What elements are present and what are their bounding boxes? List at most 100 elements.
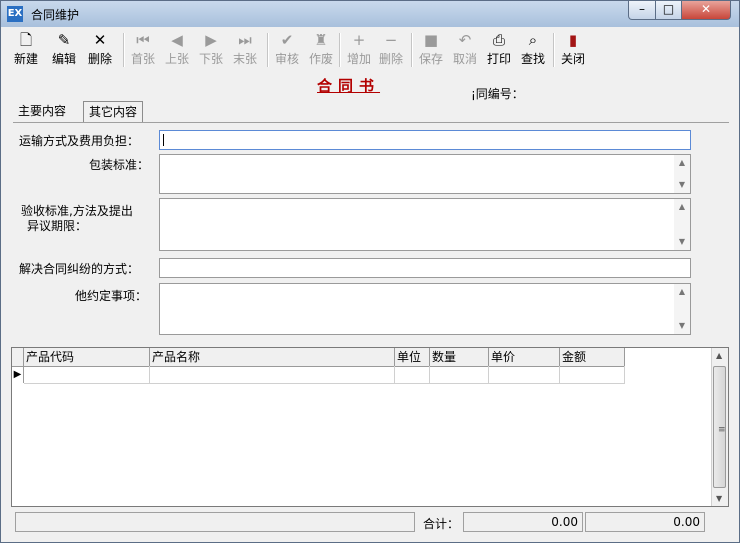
title-bar[interactable]: EX 合同维护 – □ ✕ xyxy=(1,1,739,27)
first-label: 首张 xyxy=(130,52,155,66)
find-button[interactable]: ⌕ 查找 xyxy=(517,29,549,71)
edit-button[interactable]: ✎ 编辑 xyxy=(47,29,81,71)
scroll-down-icon[interactable]: ▼ xyxy=(674,319,690,333)
dispute-label: 解决合同纠纷的方式： xyxy=(19,262,140,276)
remove-row-button[interactable]: − 删除 xyxy=(375,29,407,71)
prev-record-icon: ◀ xyxy=(171,31,183,49)
delete-icon: ✕ xyxy=(93,31,107,49)
prev-button[interactable]: ◀ 上张 xyxy=(161,29,193,71)
void-label: 作废 xyxy=(308,52,333,66)
scroll-down-icon[interactable]: ▼ xyxy=(674,235,690,249)
scroll-up-icon[interactable]: ▲ xyxy=(674,156,690,170)
window-title: 合同维护 xyxy=(31,8,80,22)
scroll-thumb[interactable]: ≡ xyxy=(713,366,726,488)
table-cell[interactable] xyxy=(430,366,489,383)
scroll-down-icon[interactable]: ▼ xyxy=(674,178,690,192)
printer-icon: ⎙ xyxy=(492,31,505,49)
total-value-1: 0.00 xyxy=(463,512,583,532)
column-header[interactable]: 数量 xyxy=(430,348,489,366)
close-label: 关闭 xyxy=(560,52,585,66)
next-label: 下张 xyxy=(198,52,223,66)
total-label: 合计： xyxy=(423,517,460,531)
scroll-down-icon[interactable]: ▼ xyxy=(716,494,722,503)
inspection-label-line1: 验收标准,方法及提出 xyxy=(21,204,133,218)
column-header[interactable]: 单价 xyxy=(489,348,560,366)
packaging-label: 包装标准： xyxy=(89,158,150,172)
table-cell[interactable] xyxy=(24,366,150,383)
check-icon: ✔ xyxy=(280,31,294,49)
edit-icon: ✎ xyxy=(57,31,71,49)
exit-door-icon: ▮ xyxy=(568,31,578,49)
inspection-label-line2: 异议期限： xyxy=(27,219,88,233)
scroll-up-icon[interactable]: ▲ xyxy=(674,285,690,299)
print-button[interactable]: ⎙ 打印 xyxy=(483,29,515,71)
grid-scrollbar[interactable]: ▲ ≡ ▼ xyxy=(711,348,728,506)
tab-other-content[interactable]: 其它内容 xyxy=(83,101,144,122)
minimize-button[interactable]: – xyxy=(628,1,656,20)
cancel-label: 取消 xyxy=(452,52,477,66)
table-cell[interactable] xyxy=(560,366,625,383)
close-window-button[interactable]: ✕ xyxy=(681,1,731,20)
next-button[interactable]: ▶ 下张 xyxy=(195,29,227,71)
delete-button[interactable]: ✕ 删除 xyxy=(83,29,117,71)
table-cell[interactable] xyxy=(395,366,430,383)
cancel-button[interactable]: ↶ 取消 xyxy=(449,29,481,71)
other-terms-textarea[interactable]: ▲ ▼ xyxy=(159,283,691,335)
void-icon: ♜ xyxy=(314,31,328,49)
next-record-icon: ▶ xyxy=(205,31,217,49)
column-header[interactable]: 产品名称 xyxy=(150,348,395,366)
table-row[interactable] xyxy=(24,366,625,384)
add-label: 增加 xyxy=(346,52,371,66)
maximize-icon: □ xyxy=(662,2,675,16)
current-row-indicator: ▶ xyxy=(12,366,24,383)
review-button[interactable]: ✔ 审核 xyxy=(271,29,303,71)
add-row-button[interactable]: + 增加 xyxy=(343,29,375,71)
maximize-button[interactable]: □ xyxy=(655,1,682,20)
total-value-2: 0.00 xyxy=(585,512,705,532)
grip-icon: ≡ xyxy=(718,425,726,435)
close-button[interactable]: ▮ 关闭 xyxy=(557,29,589,71)
inspection-scrollbar[interactable]: ▲ ▼ xyxy=(674,199,690,250)
scroll-up-icon[interactable]: ▲ xyxy=(674,200,690,214)
edit-label: 编辑 xyxy=(51,52,76,66)
table-cell[interactable] xyxy=(150,366,395,383)
product-grid[interactable]: 产品代码 产品名称 单位 数量 单价 金额 ▶ ▲ ≡ ▼ xyxy=(11,347,729,507)
plus-icon: + xyxy=(352,31,366,49)
other-terms-scrollbar[interactable]: ▲ ▼ xyxy=(674,284,690,334)
delete-label: 删除 xyxy=(87,52,112,66)
packaging-scrollbar[interactable]: ▲ ▼ xyxy=(674,155,690,193)
close-icon: ✕ xyxy=(700,2,712,16)
new-label: 新建 xyxy=(13,52,38,66)
column-header[interactable]: 产品代码 xyxy=(24,348,150,366)
status-bar: 合计： 0.00 0.00 xyxy=(11,512,729,534)
new-button[interactable]: 🗋 新建 xyxy=(9,29,43,71)
toolbar: 🗋 新建 ✎ 编辑 ✕ 删除 ⏮ 首张 ◀ 上张 ▶ 下张 ⏭ 末张 ✔ 审核 ♜ 作废 + 增加 … xyxy=(9,29,733,71)
minus-icon: − xyxy=(384,31,398,49)
inspection-textarea[interactable]: ▲ ▼ xyxy=(159,198,691,251)
void-button[interactable]: ♜ 作废 xyxy=(305,29,337,71)
column-header[interactable]: 金额 xyxy=(560,348,625,366)
contract-number-label: ¡同编号： xyxy=(471,87,524,101)
transport-input[interactable] xyxy=(159,130,691,150)
new-document-icon: 🗋 xyxy=(19,31,33,49)
toolbar-separator xyxy=(123,33,125,67)
first-button[interactable]: ⏮ 首张 xyxy=(127,29,159,71)
table-cell[interactable] xyxy=(489,366,560,383)
other-terms-label: 他约定事项： xyxy=(75,289,148,303)
binoculars-icon: ⌕ xyxy=(528,31,538,49)
last-button[interactable]: ⏭ 末张 xyxy=(229,29,261,71)
tab-main-label: 主要内容 xyxy=(18,104,67,118)
packaging-textarea[interactable]: ▲ ▼ xyxy=(159,154,691,194)
last-label: 末张 xyxy=(232,52,257,66)
tab-main-content[interactable]: 主要内容 xyxy=(13,101,71,121)
tab-divider xyxy=(13,122,729,123)
scroll-up-icon[interactable]: ▲ xyxy=(716,351,722,360)
dispute-input[interactable] xyxy=(159,258,691,278)
toolbar-separator xyxy=(411,33,413,67)
remove-label: 删除 xyxy=(378,52,403,66)
inspection-label-2: 异议期限： xyxy=(27,217,87,234)
column-header[interactable]: 单位 xyxy=(395,348,430,366)
first-record-icon: ⏮ xyxy=(136,31,150,49)
find-label: 查找 xyxy=(520,52,545,66)
save-button[interactable]: ■ 保存 xyxy=(415,29,447,71)
